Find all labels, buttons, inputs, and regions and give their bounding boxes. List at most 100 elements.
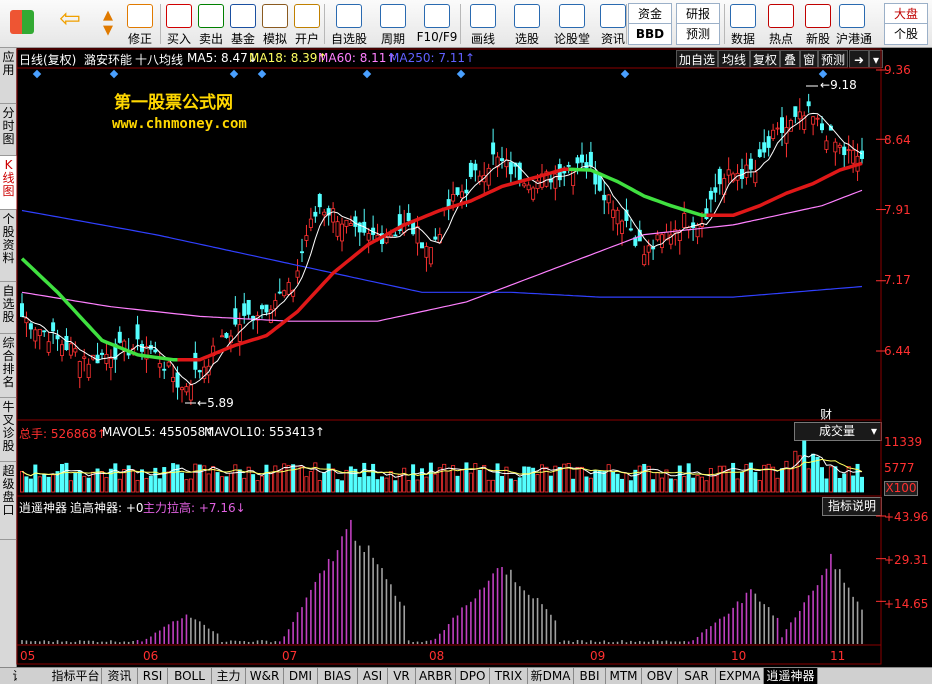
indicator-tab-11[interactable]: ARBR xyxy=(416,668,456,684)
chart-button-5[interactable]: 预测 xyxy=(818,50,848,68)
toolbar-f10-button[interactable]: F10/F9 xyxy=(416,2,458,46)
chart-button-4[interactable]: 窗 xyxy=(800,50,818,68)
volume-bar xyxy=(757,480,762,493)
indicator-tab-17[interactable]: OBV xyxy=(642,668,678,684)
research-box[interactable]: 研报 预测 xyxy=(676,3,720,45)
expand-button[interactable]: ➜ xyxy=(849,50,869,68)
arrow-up-icon[interactable]: ▲ xyxy=(95,8,121,23)
candle-body xyxy=(33,329,38,342)
menu-dropdown[interactable]: ▾ xyxy=(869,50,883,68)
grid-icon xyxy=(10,10,34,34)
sidebar-tab-0[interactable]: 应用 xyxy=(0,48,17,104)
toolbar-fund-button[interactable]: 基金 xyxy=(227,2,259,46)
toolbar-pe-button[interactable]: 数据 xyxy=(727,2,759,46)
indicator-tab-20[interactable]: 逍遥神器 xyxy=(764,668,818,684)
indicator-tab-14[interactable]: 新DMA xyxy=(528,668,574,684)
volume-bar xyxy=(73,472,78,493)
ma-set-label[interactable]: 十八均线 xyxy=(135,51,183,68)
volume-bar xyxy=(744,464,749,493)
sidebar-tab-2[interactable]: K线图 xyxy=(0,156,17,210)
toolbar-lock-button[interactable]: 开户 xyxy=(291,2,323,46)
sidebar-tab-5[interactable]: 综合排名 xyxy=(0,334,17,398)
arrow-down-icon[interactable]: ▼ xyxy=(95,23,121,38)
bbd-button[interactable]: BBD xyxy=(629,24,671,44)
toolbar-buy-button[interactable]: 买入 xyxy=(163,2,195,46)
sidebar-tab-4[interactable]: 自选股 xyxy=(0,282,17,334)
candle-body xyxy=(651,246,656,250)
market-button[interactable]: 大盘 xyxy=(885,4,927,24)
chart-button-3[interactable]: 叠 xyxy=(780,50,800,68)
indicator-tab-2[interactable]: 资讯 xyxy=(102,668,138,684)
toolbar-gavel-button[interactable]: 模拟 xyxy=(259,2,291,46)
indicator-tab-4[interactable]: BOLL xyxy=(168,668,212,684)
indicator-tab-13[interactable]: TRIX xyxy=(490,668,528,684)
volume-bar xyxy=(379,476,384,493)
volume-bar xyxy=(197,464,202,493)
toolbar-hot-button[interactable]: 热点 xyxy=(765,2,797,46)
indicator-tab-5[interactable]: 主力 xyxy=(212,668,246,684)
indicator-tab-15[interactable]: BBI xyxy=(574,668,606,684)
indicator-tab-16[interactable]: MTM xyxy=(606,668,642,684)
event-marker xyxy=(362,69,372,79)
toolbar-sse-hkex-button[interactable]: 沪港通 xyxy=(836,2,872,46)
toolbar-refresh-button[interactable]: 修正 xyxy=(124,2,156,46)
date-tick: 05 xyxy=(20,649,36,663)
single-stock-button[interactable]: 个股 xyxy=(885,24,927,44)
volume-bar xyxy=(522,466,527,493)
indicator-tab-1[interactable]: 指标平台 xyxy=(50,668,102,684)
volume-indicator-dropdown[interactable]: 成交量 ▾ xyxy=(794,422,882,441)
finance-marker[interactable]: 财 xyxy=(820,406,832,423)
forecast-button[interactable]: 预测 xyxy=(677,24,719,44)
toolbar-sell-button[interactable]: 卖出 xyxy=(195,2,227,46)
sidebar-tab-7[interactable]: 超级盘口 xyxy=(0,462,17,540)
candle-body xyxy=(477,175,482,182)
sidebar-tab-6[interactable]: 牛叉诊股 xyxy=(0,398,17,462)
indicator-explain-button[interactable]: 指标说明 xyxy=(822,497,882,516)
volume-bar xyxy=(188,478,193,493)
candle-body xyxy=(197,370,202,373)
period-label[interactable]: 日线(复权) xyxy=(19,51,76,68)
candle-body xyxy=(313,211,318,217)
candle-body xyxy=(748,158,753,170)
indicator-tab-6[interactable]: W&R xyxy=(246,668,284,684)
toolbar-watchlist-button[interactable]: 自选股 xyxy=(328,2,370,46)
toolbar-newstock-button[interactable]: 新股 xyxy=(802,2,834,46)
fund-button[interactable]: 资金 xyxy=(629,4,671,24)
indicator-tab-9[interactable]: ASI xyxy=(358,668,388,684)
indicator-tab-18[interactable]: SAR xyxy=(678,668,716,684)
volume-bar xyxy=(588,477,593,493)
chart-button-2[interactable]: 复权 xyxy=(750,50,780,68)
sidebar-tab-1[interactable]: 分时图 xyxy=(0,104,17,156)
sidebar-tab-3[interactable]: 个股资料 xyxy=(0,210,17,282)
market-box[interactable]: 大盘 个股 xyxy=(884,3,928,45)
indicator-tab-8[interactable]: BIAS xyxy=(318,668,358,684)
volume-bar xyxy=(82,475,87,493)
back-button[interactable]: ⇦ xyxy=(52,2,88,46)
toolbar-button-label: 新股 xyxy=(805,32,830,46)
candle-body xyxy=(242,303,247,316)
fund-box[interactable]: 资金 BBD xyxy=(628,3,672,45)
indicator-tab-7[interactable]: DMI xyxy=(284,668,318,684)
toolbar-screener-button[interactable]: 选股 xyxy=(506,2,548,46)
toolbar-clock-button[interactable]: 周期 xyxy=(372,2,414,46)
chart-button-1[interactable]: 均线 xyxy=(718,50,750,68)
candle-body xyxy=(299,251,304,254)
toolbar-button-label: 周期 xyxy=(380,32,405,46)
chart-button-0[interactable]: 加自选 xyxy=(676,50,718,68)
candle-body xyxy=(166,361,171,367)
indicator-tab-19[interactable]: EXPMA xyxy=(716,668,764,684)
indicator-tab-12[interactable]: DPO xyxy=(456,668,490,684)
mavol5-value: MAVOL5: 455058↑ xyxy=(102,425,216,439)
event-marker xyxy=(229,69,239,79)
volume-bar xyxy=(637,465,642,493)
candle-body xyxy=(375,234,380,240)
toolbar-forum-button[interactable]: 论股堂 xyxy=(551,2,593,46)
candle-body xyxy=(495,156,500,168)
indicator-tab-10[interactable]: VR xyxy=(388,668,416,684)
toolbar-pen-button[interactable]: 画线 xyxy=(462,2,504,46)
research-report-button[interactable]: 研报 xyxy=(677,4,719,24)
layout-button[interactable] xyxy=(4,2,40,46)
candle-body xyxy=(668,234,673,245)
scroll-updown[interactable]: ▲ ▼ xyxy=(95,2,121,46)
indicator-tab-3[interactable]: RSI xyxy=(138,668,168,684)
